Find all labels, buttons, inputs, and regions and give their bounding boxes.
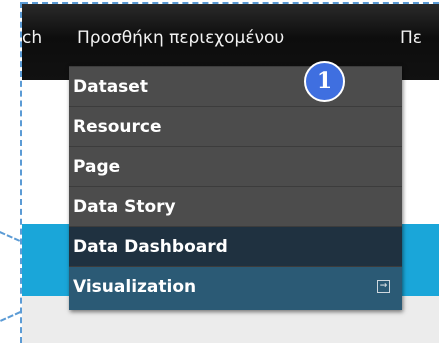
callout-connector-lower xyxy=(0,311,21,322)
menu-item-visualization[interactable]: Visualization → xyxy=(69,266,402,310)
callout-connector-upper xyxy=(0,231,21,242)
menu-item-label: Resource xyxy=(73,117,162,137)
menu-item-label: Visualization xyxy=(73,277,197,297)
screenshot-crop: ch Προσθήκη περιεχομένου Πε Dataset Reso… xyxy=(22,4,439,343)
menu-item-label: Dataset xyxy=(73,77,148,97)
menu-item-resource[interactable]: Resource xyxy=(69,106,402,146)
menu-item-label: Data Story xyxy=(73,197,176,217)
nav-item-next[interactable]: Πε xyxy=(400,28,422,48)
add-content-dropdown: Dataset Resource Page Data Story Data Da… xyxy=(69,66,402,310)
menu-item-data-dashboard[interactable]: Data Dashboard xyxy=(69,226,402,266)
menu-item-page[interactable]: Page xyxy=(69,146,402,186)
nav-item-search[interactable]: ch xyxy=(22,28,42,48)
menu-item-label: Data Dashboard xyxy=(73,237,228,257)
nav-item-add-content[interactable]: Προσθήκη περιεχομένου xyxy=(77,28,284,48)
submenu-arrow-icon: → xyxy=(377,280,390,293)
menu-item-data-story[interactable]: Data Story xyxy=(69,186,402,226)
menu-item-label: Page xyxy=(73,157,121,177)
annotation-badge: 1 xyxy=(304,61,345,102)
menu-item-dataset[interactable]: Dataset xyxy=(69,66,402,106)
